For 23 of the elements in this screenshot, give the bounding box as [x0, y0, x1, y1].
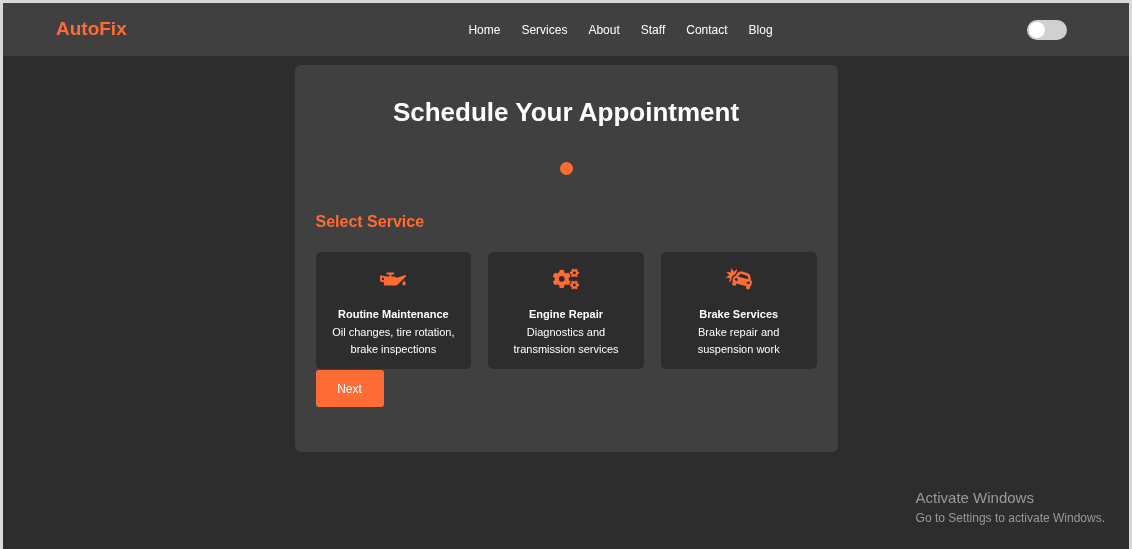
- gears-icon: [553, 268, 579, 290]
- activation-subtitle: Go to Settings to activate Windows.: [915, 510, 1105, 527]
- activation-title: Activate Windows: [915, 487, 1035, 508]
- car-crash-icon: [725, 268, 752, 290]
- nav-link[interactable]: Staff: [640, 20, 666, 39]
- section-title: Select Service: [315, 212, 426, 232]
- nav-link[interactable]: About: [588, 20, 620, 39]
- page-title: Schedule Your Appointment: [391, 96, 741, 129]
- service-name: Brake Services: [699, 307, 779, 322]
- brand-logo[interactable]: AutoFix: [56, 15, 176, 44]
- nav-link[interactable]: Blog: [748, 20, 773, 39]
- service-card[interactable]: Brake Services Brake repair and suspension work: [660, 252, 817, 369]
- service-description: Oil changes, tire rotation, brake inspections: [331, 324, 456, 357]
- service-name: Routine Maintenance: [338, 307, 449, 322]
- service-description: Diagnostics and transmission services: [512, 324, 620, 357]
- service-name: Engine Repair: [529, 307, 603, 322]
- nav-link[interactable]: Contact: [686, 20, 728, 39]
- nav-link[interactable]: Home: [468, 20, 501, 39]
- service-card[interactable]: Engine Repair Diagnostics and transmission services: [488, 252, 644, 369]
- theme-toggle[interactable]: [1027, 19, 1067, 40]
- service-card[interactable]: Routine Maintenance Oil changes, tire rotation, brake inspections: [315, 252, 472, 369]
- nav-link[interactable]: Services: [521, 20, 568, 39]
- service-description: Brake repair and suspension work: [696, 324, 781, 357]
